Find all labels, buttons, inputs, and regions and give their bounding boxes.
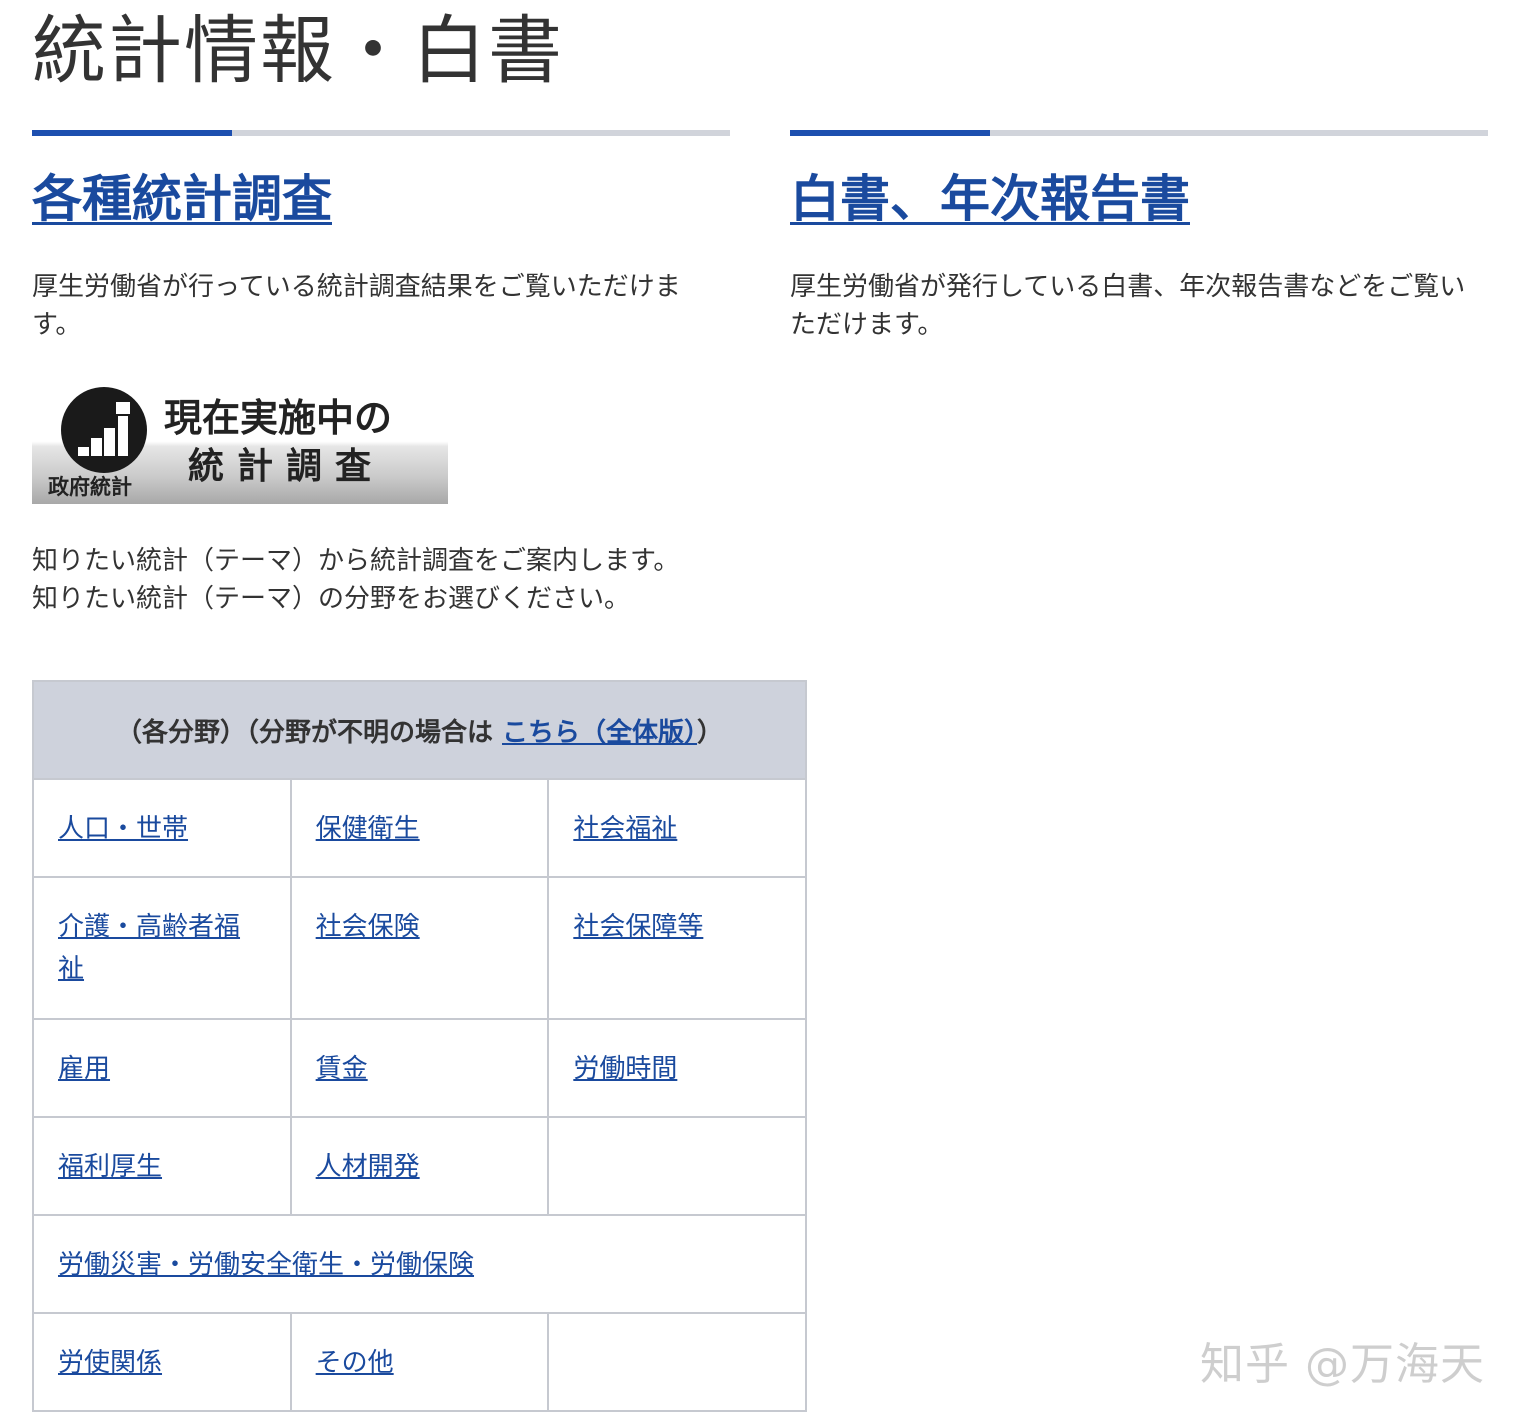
field-link-labor-relations[interactable]: 労使関係 (58, 1348, 162, 1378)
table-row: 人口・世帯 保健衛生 社会福祉 (32, 778, 807, 878)
table-cell-empty (547, 1312, 807, 1412)
table-header: （各分野）（分野が不明の場合は こちら（全体版）） (32, 680, 807, 780)
table-row: 労使関係 その他 (32, 1312, 807, 1412)
table-cell: 賃金 (289, 1018, 550, 1118)
table-cell: 雇用 (32, 1018, 292, 1118)
table-row: 雇用 賃金 労働時間 (32, 1018, 807, 1118)
all-fields-link[interactable]: こちら（全体版） (502, 718, 697, 748)
section-divider-accent (790, 130, 990, 136)
table-cell: 人口・世帯 (32, 778, 292, 878)
fields-intro: 知りたい統計（テーマ）から統計調査をご案内します。 知りたい統計（テーマ）の分野… (32, 542, 752, 618)
table-cell: 労使関係 (32, 1312, 292, 1412)
statistics-survey-link[interactable]: 各種統計調査 (32, 170, 332, 228)
table-cell: 社会福祉 (547, 778, 807, 878)
statistics-survey-description: 厚生労働省が行っている統計調査結果をご覧いただけます。 (32, 272, 681, 340)
table-cell: 労働時間 (547, 1018, 807, 1118)
field-link-elderly-care[interactable]: 介護・高齢者福祉 (58, 912, 240, 984)
field-link-working-hours[interactable]: 労働時間 (573, 1054, 677, 1084)
section-divider-accent (32, 130, 232, 136)
field-link-other[interactable]: その他 (316, 1348, 394, 1378)
section-divider (32, 130, 730, 136)
field-link-employment[interactable]: 雇用 (58, 1054, 110, 1084)
table-cell: 社会保険 (289, 876, 550, 1020)
page-title: 統計情報・白書 (32, 8, 564, 94)
field-link-human-resources[interactable]: 人材開発 (316, 1152, 420, 1182)
government-statistics-logo-icon (61, 387, 147, 473)
white-paper-link[interactable]: 白書、年次報告書 (790, 170, 1190, 228)
field-link-welfare-benefits[interactable]: 福利厚生 (58, 1152, 162, 1182)
table-header-prefix: （各分野）（分野が不明の場合は (115, 717, 503, 748)
field-link-population[interactable]: 人口・世帯 (58, 814, 188, 844)
table-cell: 介護・高齢者福祉 (32, 876, 292, 1020)
white-paper-section: 白書、年次報告書 厚生労働省が発行している白書、年次報告書などをご覧いただけます… (790, 130, 1488, 344)
statistics-fields-table: （各分野）（分野が不明の場合は こちら（全体版）） 人口・世帯 保健衛生 社会福… (32, 680, 807, 1412)
table-row: 介護・高齢者福祉 社会保険 社会保障等 (32, 876, 807, 1020)
current-surveys-banner[interactable]: 政府統計 現在実施中の 統計調査 (32, 384, 448, 504)
white-paper-description: 厚生労働省が発行している白書、年次報告書などをご覧いただけます。 (790, 272, 1466, 340)
table-cell: 福利厚生 (32, 1116, 292, 1216)
table-header-row: （各分野）（分野が不明の場合は こちら（全体版）） (32, 680, 807, 780)
table-cell: 保健衛生 (289, 778, 550, 878)
banner-title-line1: 現在実施中の (164, 396, 393, 440)
field-link-social-security[interactable]: 社会保障等 (573, 912, 703, 942)
white-paper-heading: 白書、年次報告書 (790, 164, 1488, 234)
section-divider (790, 130, 1488, 136)
field-link-social-welfare[interactable]: 社会福祉 (573, 814, 677, 844)
table-cell: その他 (289, 1312, 550, 1412)
field-link-public-health[interactable]: 保健衛生 (316, 814, 420, 844)
watermark: 知乎 @万海天 (1200, 1339, 1485, 1390)
table-header-suffix: ） (697, 717, 724, 748)
field-link-wages[interactable]: 賃金 (316, 1054, 368, 1084)
table-cell: 人材開発 (289, 1116, 550, 1216)
table-cell: 社会保障等 (547, 876, 807, 1020)
statistics-survey-section: 各種統計調査 厚生労働省が行っている統計調査結果をご覧いただけます。 (32, 130, 730, 344)
field-link-social-insurance[interactable]: 社会保険 (316, 912, 420, 942)
table-cell: 労働災害・労働安全衛生・労働保険 (32, 1214, 807, 1314)
banner-caption: 政府統計 (48, 475, 132, 499)
fields-intro-line2: 知りたい統計（テーマ）の分野をお選びください。 (32, 584, 631, 614)
banner-title-line2: 統計調査 (188, 446, 385, 487)
table-row: 福利厚生 人材開発 (32, 1116, 807, 1216)
table-row: 労働災害・労働安全衛生・労働保険 (32, 1214, 807, 1314)
fields-intro-line1: 知りたい統計（テーマ）から統計調査をご案内します。 (32, 546, 680, 576)
table-cell-empty (547, 1116, 807, 1216)
field-link-occupational-safety[interactable]: 労働災害・労働安全衛生・労働保険 (58, 1250, 474, 1280)
statistics-survey-heading: 各種統計調査 (32, 164, 730, 234)
